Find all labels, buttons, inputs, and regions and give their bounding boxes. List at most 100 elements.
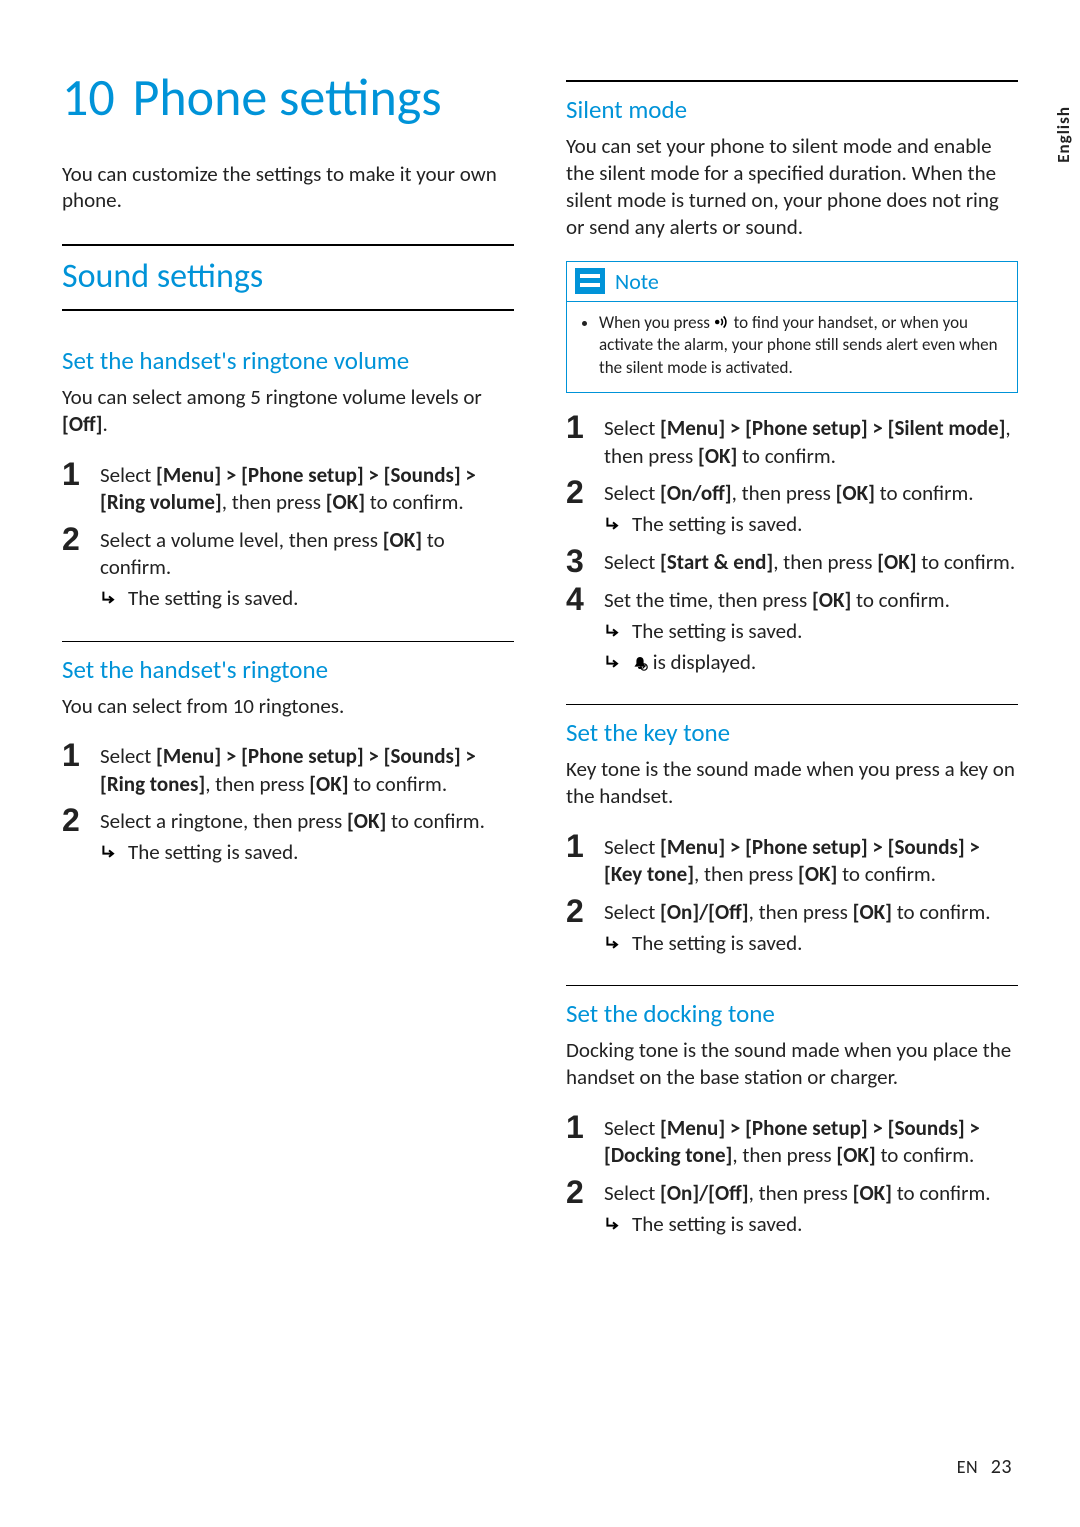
step-number: 1 xyxy=(62,739,100,798)
text: You can select among 5 ringtone volume l… xyxy=(62,384,482,410)
step-result: is displayed. xyxy=(604,649,950,676)
step-text: Select [Menu] > [Phone setup] > [Sounds]… xyxy=(100,739,514,798)
list-item: 1 Select [Menu] > [Phone setup] > [Sound… xyxy=(566,1111,1018,1170)
text: , then press xyxy=(749,1180,853,1206)
note-label: Note xyxy=(615,268,659,295)
text: Select xyxy=(604,899,660,925)
ui-ok: [OK] xyxy=(836,1142,875,1168)
text: to confirm. xyxy=(837,861,936,887)
step-result: The setting is saved. xyxy=(100,839,485,866)
step-text: Select a volume level, then press [OK] t… xyxy=(100,523,514,613)
paging-icon xyxy=(714,314,730,330)
ui-ok: [OK] xyxy=(698,443,737,469)
sub-docking-tone: Set the docking tone xyxy=(566,985,1018,1029)
language-tab: English xyxy=(1047,100,1080,169)
ui-path: [On]/[Off] xyxy=(660,899,749,925)
text: , then press xyxy=(205,771,309,797)
mute-bell-icon xyxy=(632,655,648,671)
result-text: is displayed. xyxy=(632,649,756,676)
text: Set the time, then press xyxy=(604,587,812,613)
step-text: Select [Menu] > [Phone setup] > [Silent … xyxy=(604,411,1018,470)
text: , then press xyxy=(222,489,326,515)
text: Select a ringtone, then press xyxy=(100,808,347,834)
list-item: 2 Select a volume level, then press [OK]… xyxy=(62,523,514,613)
step-text: Select [Menu] > [Phone setup] > [Sounds]… xyxy=(604,1111,1018,1170)
chapter-number: 10 xyxy=(62,65,115,129)
list-item: 2 Select [On/off], then press [OK] to co… xyxy=(566,476,1018,539)
note-box: Note When you press to find your handset… xyxy=(566,261,1018,394)
step-result: The setting is saved. xyxy=(604,930,991,957)
silent-intro: You can set your phone to silent mode an… xyxy=(566,133,1018,241)
result-arrow-icon xyxy=(100,839,128,865)
list-item: 1 Select [Menu] > [Phone setup] > [Silen… xyxy=(566,411,1018,470)
list-item: 2 Select [On]/[Off], then press [OK] to … xyxy=(566,1176,1018,1239)
step-number: 1 xyxy=(566,830,604,889)
step-number: 2 xyxy=(62,804,100,867)
list-item: 3 Select [Start & end], then press [OK] … xyxy=(566,545,1018,577)
step-number: 1 xyxy=(566,411,604,470)
step-text: Select a ringtone, then press [OK] to co… xyxy=(100,804,485,867)
text: Select xyxy=(604,1180,660,1206)
ui-path: [On/off] xyxy=(660,480,732,506)
step-result: The setting is saved. xyxy=(604,618,950,645)
result-arrow-icon xyxy=(604,930,632,956)
step-number: 1 xyxy=(62,458,100,517)
sub-ringtone-volume: Set the handset's ringtone volume xyxy=(62,339,514,376)
ui-ok: [OK] xyxy=(853,899,892,925)
docking-intro: Docking tone is the sound made when you … xyxy=(566,1037,1018,1091)
ringtone-volume-steps: 1 Select [Menu] > [Phone setup] > [Sound… xyxy=(62,458,514,612)
ui-path: [Start & end] xyxy=(660,549,773,575)
step-number: 2 xyxy=(566,476,604,539)
ringtone-volume-intro: You can select among 5 ringtone volume l… xyxy=(62,384,514,438)
text: , then press xyxy=(773,549,877,575)
step-text: Select [On]/[Off], then press [OK] to co… xyxy=(604,1176,991,1239)
text: to confirm. xyxy=(892,1180,991,1206)
step-number: 2 xyxy=(566,1176,604,1239)
text: , then press xyxy=(749,899,853,925)
text: , then press xyxy=(732,480,836,506)
list-item: 2 Select a ringtone, then press [OK] to … xyxy=(62,804,514,867)
section-sound-settings: Sound settings xyxy=(62,244,514,311)
result-arrow-icon xyxy=(604,618,632,644)
text: to confirm. xyxy=(876,1142,975,1168)
keytone-steps: 1 Select [Menu] > [Phone setup] > [Sound… xyxy=(566,830,1018,957)
note-item: When you press to find your handset, or … xyxy=(599,312,1005,381)
result-arrow-icon xyxy=(100,585,128,611)
ui-ok: [OK] xyxy=(326,489,365,515)
text: to confirm. xyxy=(349,771,448,797)
chapter-intro: You can customize the settings to make i… xyxy=(62,161,514,215)
text: to confirm. xyxy=(917,549,1016,575)
result-arrow-icon xyxy=(604,1211,632,1237)
text: Select xyxy=(604,480,660,506)
text: to confirm. xyxy=(892,899,991,925)
step-text: Select [On]/[Off], then press [OK] to co… xyxy=(604,895,991,958)
ui-ok: [OK] xyxy=(347,808,386,834)
step-text: Select [Menu] > [Phone setup] > [Sounds]… xyxy=(604,830,1018,889)
note-icon xyxy=(575,268,605,294)
docking-steps: 1 Select [Menu] > [Phone setup] > [Sound… xyxy=(566,1111,1018,1238)
step-result: The setting is saved. xyxy=(100,585,514,612)
list-item: 1 Select [Menu] > [Phone setup] > [Sound… xyxy=(566,830,1018,889)
ui-off: [Off] xyxy=(62,411,102,437)
ui-ok: [OK] xyxy=(836,480,875,506)
result-text: The setting is saved. xyxy=(632,511,802,538)
ui-path: [On]/[Off] xyxy=(660,1180,749,1206)
text: is displayed. xyxy=(653,649,756,675)
text: , then press xyxy=(694,861,798,887)
text: Select xyxy=(604,1115,660,1141)
page-content: 10 Phone settings You can customize the … xyxy=(0,0,1080,1294)
ui-path: [Menu] > [Phone setup] > [Silent mode] xyxy=(660,415,1005,441)
text: Select xyxy=(604,415,660,441)
chapter-title: 10 Phone settings xyxy=(62,70,514,125)
list-item: 1 Select [Menu] > [Phone setup] > [Sound… xyxy=(62,458,514,517)
text: to confirm. xyxy=(851,587,950,613)
result-arrow-icon xyxy=(604,511,632,537)
step-text: Select [On/off], then press [OK] to conf… xyxy=(604,476,974,539)
sub-silent-mode: Silent mode xyxy=(566,80,1018,125)
text: to confirm. xyxy=(386,808,485,834)
ui-ok: [OK] xyxy=(383,527,422,553)
step-number: 1 xyxy=(566,1111,604,1170)
text: When you press xyxy=(599,312,714,333)
result-text: The setting is saved. xyxy=(128,839,298,866)
text: to confirm. xyxy=(737,443,836,469)
